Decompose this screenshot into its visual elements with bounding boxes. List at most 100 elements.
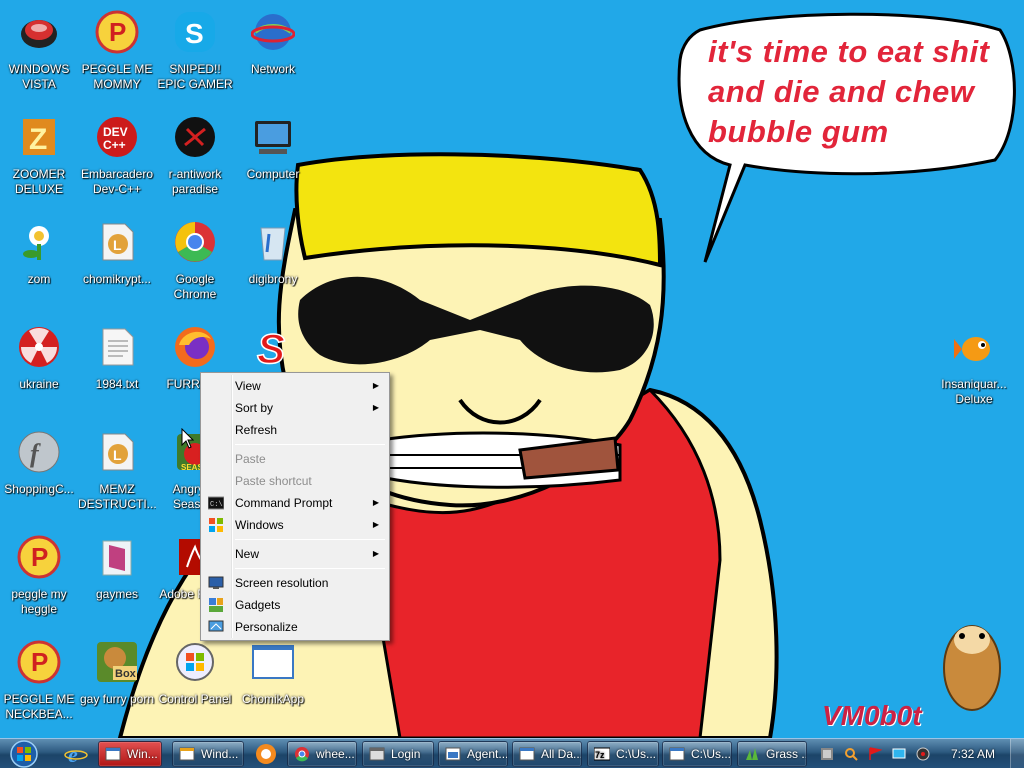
pinned-app-icon[interactable] xyxy=(254,742,278,766)
taskbar-clock[interactable]: 7:32 AM xyxy=(947,739,999,768)
svg-text:DEV: DEV xyxy=(103,125,128,139)
desktop-icon-chomikrypt[interactable]: L chomikrypt... xyxy=(78,214,156,314)
desktop-icon-1984-txt[interactable]: 1984.txt xyxy=(78,319,156,419)
svg-text:L: L xyxy=(113,237,122,253)
flag-tray-icon[interactable] xyxy=(868,747,882,761)
goldfish-icon xyxy=(950,323,998,371)
menu-item-label: Refresh xyxy=(235,423,278,437)
taskbar-button-all-data[interactable]: All Da... xyxy=(512,741,582,767)
menu-item-windows[interactable]: Windows ▶ xyxy=(203,514,387,536)
desktop-icon-label: MEMZ DESTRUCTI... xyxy=(78,482,156,511)
desktop-icon-shoppingc[interactable]: f ShoppingC... xyxy=(0,424,78,524)
firefox-icon xyxy=(171,323,219,371)
taskbar-button-login[interactable]: Login xyxy=(362,741,434,767)
desktop-icon-gay-furry-porn[interactable]: Box gay furry porn xyxy=(78,634,156,734)
taskbar-button-agent[interactable]: Agent... xyxy=(438,741,508,767)
menu-item-screen-resolution[interactable]: Screen resolution xyxy=(203,572,387,594)
internet-explorer-icon[interactable]: e xyxy=(64,742,88,766)
blank-app-icon xyxy=(249,638,297,686)
windows-orb-icon xyxy=(10,740,38,768)
taskbar-button-win[interactable]: Win... xyxy=(98,741,162,767)
desktop-icon-memz[interactable]: L MEMZ DESTRUCTI... xyxy=(78,424,156,524)
desktop-icon-dev-cpp[interactable]: DEV C++ Embarcadero Dev-C++ xyxy=(78,109,156,209)
menu-item-label: Paste shortcut xyxy=(235,474,312,488)
desktop-icon-sniped[interactable]: S SNIPED!! EPIC GAMER 360... xyxy=(156,4,234,104)
window-icon xyxy=(179,747,195,761)
desktop-icon-network[interactable]: Network xyxy=(234,4,312,104)
desktop-icon-digibrony[interactable]: digibrony xyxy=(234,214,312,314)
desktop-icon-control-panel[interactable]: Control Panel xyxy=(156,634,234,734)
submenu-arrow-icon: ▶ xyxy=(372,549,379,558)
svg-text:e: e xyxy=(68,742,78,766)
submenu-arrow-icon: ▶ xyxy=(372,381,379,390)
window-icon xyxy=(669,747,685,761)
windows-vista-icon xyxy=(15,8,63,56)
taskbar-button-7zip-path[interactable]: 7z C:\Us... xyxy=(587,741,659,767)
red-s-icon: S xyxy=(249,323,297,371)
desktop-icon-label: 1984.txt xyxy=(95,377,139,391)
flower-zombie-icon xyxy=(15,218,63,266)
taskbar-button-label: Agent... xyxy=(467,747,508,761)
desktop-icon-gaymes[interactable]: gaymes xyxy=(78,529,156,629)
tray-app-icon[interactable] xyxy=(820,747,834,761)
menu-item-label: New xyxy=(235,547,260,561)
taskbar-button-label: C:\Us... xyxy=(616,747,657,761)
personalize-icon xyxy=(208,620,224,632)
desktop-icon-peggle-me-neckbeard[interactable]: P PEGGLE ME NECKBEA... xyxy=(0,634,78,734)
dev-cpp-icon: DEV C++ xyxy=(93,113,141,161)
desktop-icon-google-chrome[interactable]: Google Chrome xyxy=(156,214,234,314)
menu-item-label: Screen resolution xyxy=(235,576,329,590)
desktop-icon-label: Embarcadero Dev-C++ xyxy=(80,167,154,196)
svg-text:P: P xyxy=(31,542,48,572)
menu-item-sort-by[interactable]: Sort by ▶ xyxy=(203,397,387,419)
mouse-cursor-icon xyxy=(181,428,195,449)
zoomer-deluxe-icon: Z xyxy=(15,113,63,161)
taskbar-button-grass[interactable]: Grass ... xyxy=(737,741,807,767)
menu-item-command-prompt[interactable]: C:\ Command Prompt ▶ xyxy=(203,492,387,514)
menu-item-view[interactable]: View ▶ xyxy=(203,375,387,397)
7zip-icon: 7z xyxy=(594,747,610,761)
taskbar-button-label: Login xyxy=(391,747,421,761)
desktop-icon-zoomer-deluxe[interactable]: Z ZOOMER DELUXE xyxy=(0,109,78,209)
taskbar-button-explorer-path[interactable]: C:\Us... xyxy=(662,741,732,767)
svg-text:C:\: C:\ xyxy=(210,501,223,509)
computer-icon xyxy=(249,113,297,161)
peggle-icon: P xyxy=(15,533,63,581)
desktop-icon-chomikapp[interactable]: ChomikApp xyxy=(234,634,312,734)
menu-item-new[interactable]: New ▶ xyxy=(203,543,387,565)
menu-item-label: Command Prompt xyxy=(235,496,333,510)
flash-icon: f xyxy=(15,428,63,476)
svg-text:C++: C++ xyxy=(103,138,126,152)
menu-item-personalize[interactable]: Personalize xyxy=(203,616,387,638)
desktop-icon-insaniquarium[interactable]: Insaniquar... Deluxe xyxy=(935,319,1013,419)
svg-text:Box: Box xyxy=(115,668,137,680)
taskbar-button-label: All Da... xyxy=(541,747,582,761)
desktop-icon-ukraine[interactable]: ukraine xyxy=(0,319,78,419)
radiation-icon xyxy=(15,323,63,371)
menu-item-label: View xyxy=(235,379,261,393)
desktop-icon-zom[interactable]: zom xyxy=(0,214,78,314)
volume-tray-icon[interactable] xyxy=(916,747,930,761)
desktop-icon-peggle-me-mommy[interactable]: P PEGGLE ME MOMMY xyxy=(78,4,156,104)
desktop-icon-r-antiwork[interactable]: r-antiwork paradise xyxy=(156,109,234,209)
svg-text:P: P xyxy=(109,17,126,47)
chrome-icon xyxy=(171,218,219,266)
desktop-icon-windows-vista[interactable]: WINDOWS VISTA xyxy=(0,4,78,104)
search-tray-icon[interactable] xyxy=(844,747,858,761)
desktop-icon-computer[interactable]: Computer xyxy=(234,109,312,209)
display-tray-icon[interactable] xyxy=(892,747,906,761)
menu-item-gadgets[interactable]: Gadgets xyxy=(203,594,387,616)
desktop-icon-peggle-my-heggle[interactable]: P peggle my heggle xyxy=(0,529,78,629)
taskbar-button-chrome[interactable]: whee... xyxy=(287,741,357,767)
start-button[interactable] xyxy=(4,739,44,768)
desktop-icon-label: ChomikApp xyxy=(241,692,305,706)
svg-text:P: P xyxy=(31,647,48,677)
desktop-icon-label: r-antiwork paradise xyxy=(168,167,222,196)
login-icon xyxy=(369,747,385,761)
show-desktop-button[interactable] xyxy=(1010,739,1024,768)
submenu-arrow-icon: ▶ xyxy=(372,403,379,412)
taskbar-button-window[interactable]: Wind... xyxy=(172,741,244,767)
menu-item-refresh[interactable]: Refresh xyxy=(203,419,387,441)
grass-icon xyxy=(746,748,758,760)
submenu-arrow-icon: ▶ xyxy=(372,498,379,507)
